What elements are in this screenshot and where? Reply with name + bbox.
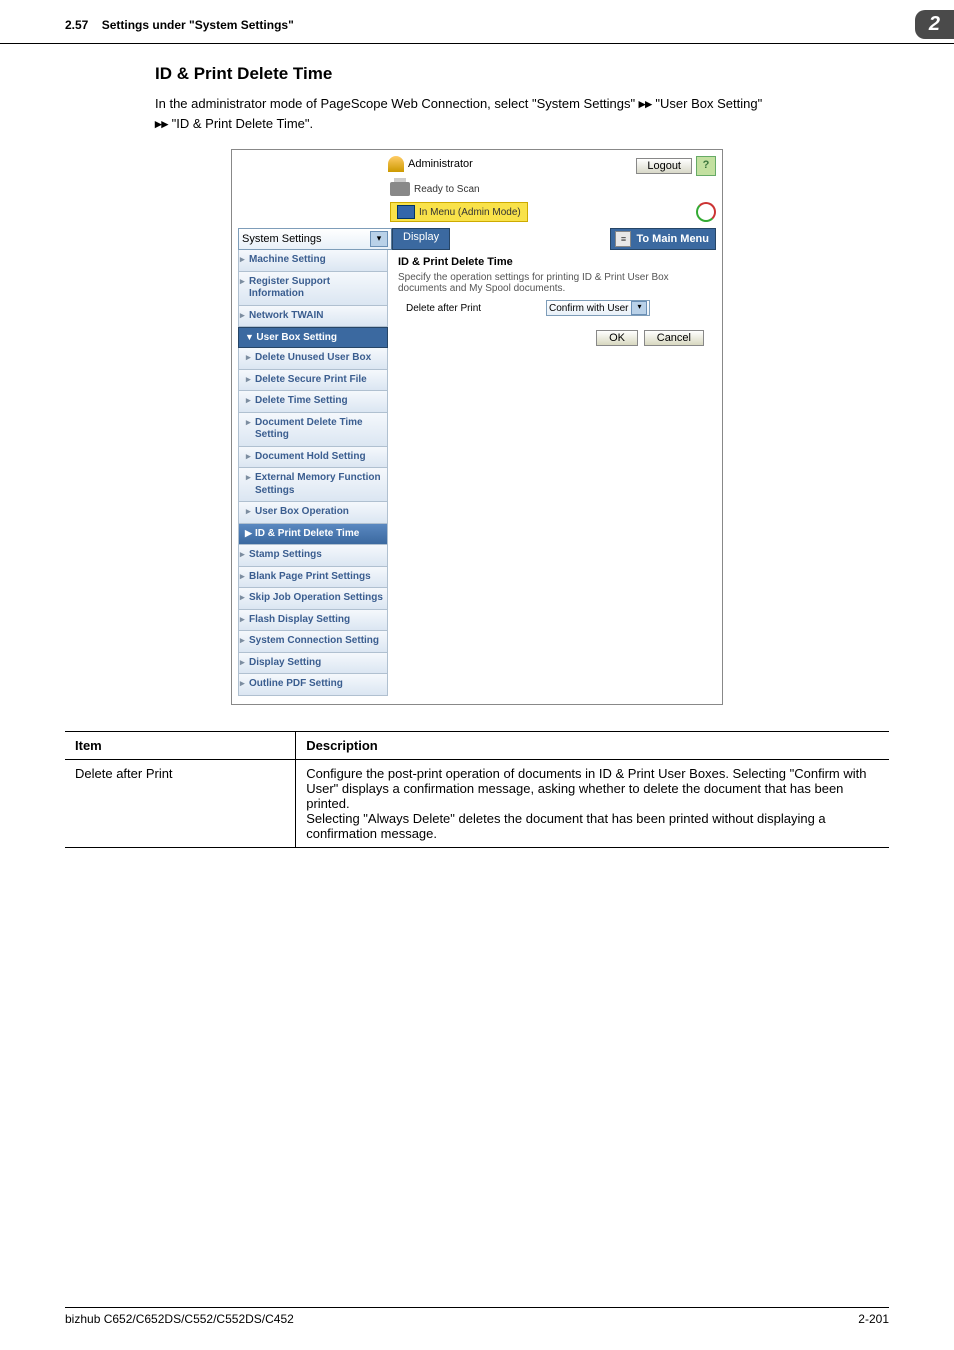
sidebar-item-del-time[interactable]: Delete Time Setting: [238, 391, 388, 413]
chevron-down-icon: ▾: [631, 301, 647, 315]
refresh-icon[interactable]: [696, 202, 716, 222]
sidebar-item-sysconn[interactable]: System Connection Setting: [238, 631, 388, 653]
main-panel: ID & Print Delete Time Specify the opera…: [388, 250, 716, 696]
sidebar-item-flash[interactable]: Flash Display Setting: [238, 610, 388, 632]
sidebar-item-ub-operation[interactable]: User Box Operation: [238, 502, 388, 524]
status-block: Ready to Scan: [390, 182, 716, 196]
cancel-button[interactable]: Cancel: [644, 330, 704, 346]
settings-dropdown[interactable]: System Settings ▾: [238, 228, 392, 250]
chapter-badge: 2: [915, 10, 954, 39]
page-content: ID & Print Delete Time In the administra…: [0, 64, 954, 848]
sidebar-item-id-print-active[interactable]: ID & Print Delete Time: [238, 524, 388, 546]
admin-text: Administrator: [408, 158, 473, 170]
section-title: Settings under "System Settings": [102, 18, 294, 32]
cell-desc: Configure the post-print operation of do…: [296, 759, 889, 847]
help-icon[interactable]: ?: [696, 156, 716, 176]
sidebar-item-skip[interactable]: Skip Job Operation Settings: [238, 588, 388, 610]
topbar: Administrator Logout ?: [232, 150, 722, 178]
col-header-desc: Description: [296, 731, 889, 759]
intro-text-1: In the administrator mode of PageScope W…: [155, 96, 639, 111]
sidebar-item-register[interactable]: Register Support Information: [238, 272, 388, 306]
ready-status: Ready to Scan: [390, 182, 480, 196]
main-menu-text: To Main Menu: [636, 233, 709, 245]
main-menu-button[interactable]: ≡ To Main Menu: [610, 228, 716, 250]
sidebar-item-doc-delete[interactable]: Document Delete Time Setting: [238, 413, 388, 447]
page-footer: bizhub C652/C652DS/C552/C552DS/C452 2-20…: [65, 1307, 889, 1326]
sidebar-item-blank[interactable]: Blank Page Print Settings: [238, 567, 388, 589]
sidebar-item-del-unused[interactable]: Delete Unused User Box: [238, 348, 388, 370]
footer-page: 2-201: [858, 1312, 889, 1326]
sidebar-item-display[interactable]: Display Setting: [238, 653, 388, 675]
table-row: Delete after Print Configure the post-pr…: [65, 759, 889, 847]
description-table: Item Description Delete after Print Conf…: [65, 731, 889, 848]
dropdown-value: System Settings: [242, 233, 321, 245]
page-header: 2.57 Settings under "System Settings" 2: [0, 0, 954, 39]
sidebar: Machine Setting Register Support Informa…: [238, 250, 388, 696]
admin-icon: [388, 156, 404, 172]
logout-button[interactable]: Logout: [636, 158, 692, 174]
administrator-label: Administrator: [388, 156, 473, 172]
printer-icon: [390, 182, 410, 196]
embedded-screenshot: Administrator Logout ? Ready to Scan In …: [231, 149, 723, 705]
sidebar-item-machine[interactable]: Machine Setting: [238, 250, 388, 272]
select-value: Confirm with User: [549, 303, 628, 314]
nav-row: System Settings ▾ Display ≡ To Main Menu: [238, 228, 716, 250]
sidebar-item-twain[interactable]: Network TWAIN: [238, 306, 388, 328]
cell-item: Delete after Print: [65, 759, 296, 847]
header-divider: [0, 43, 954, 44]
main-menu-icon: ≡: [615, 231, 631, 247]
col-header-item: Item: [65, 731, 296, 759]
sidebar-item-outline[interactable]: Outline PDF Setting: [238, 674, 388, 696]
ready-text: Ready to Scan: [414, 184, 480, 195]
menu-mode-strip: In Menu (Admin Mode): [390, 202, 716, 222]
footer-model: bizhub C652/C652DS/C552/C552DS/C452: [65, 1312, 294, 1326]
setting-row: Delete after Print Confirm with User ▾: [406, 300, 716, 316]
monitor-icon: [397, 205, 415, 219]
intro-text-3: "ID & Print Delete Time".: [168, 116, 313, 131]
setting-select[interactable]: Confirm with User ▾: [546, 300, 650, 316]
topbar-right: Logout ?: [636, 156, 716, 176]
display-button[interactable]: Display: [392, 228, 450, 250]
sidebar-item-ext-memory[interactable]: External Memory Function Settings: [238, 468, 388, 502]
sidebar-item-stamp[interactable]: Stamp Settings: [238, 545, 388, 567]
section-number: 2.57: [65, 18, 88, 32]
chevron-down-icon: ▾: [370, 231, 388, 247]
setting-label: Delete after Print: [406, 303, 546, 314]
menu-mode-badge: In Menu (Admin Mode): [390, 202, 528, 222]
sidebar-item-doc-hold[interactable]: Document Hold Setting: [238, 447, 388, 469]
intro-paragraph: In the administrator mode of PageScope W…: [155, 94, 889, 133]
table-header-row: Item Description: [65, 731, 889, 759]
sidebar-item-del-secure[interactable]: Delete Secure Print File: [238, 370, 388, 392]
button-row: OK Cancel: [398, 330, 716, 346]
panel-description: Specify the operation settings for print…: [398, 272, 716, 294]
ok-button[interactable]: OK: [596, 330, 638, 346]
screenshot-body: Machine Setting Register Support Informa…: [238, 250, 716, 696]
arrow-icon: ▸▸: [639, 94, 652, 114]
arrow-icon: ▸▸: [155, 114, 168, 134]
panel-title: ID & Print Delete Time: [398, 256, 716, 268]
header-left: 2.57 Settings under "System Settings": [65, 18, 294, 32]
menu-mode-text: In Menu (Admin Mode): [419, 207, 521, 218]
sidebar-header-userbox[interactable]: User Box Setting: [238, 327, 388, 348]
page-title: ID & Print Delete Time: [155, 64, 889, 84]
intro-text-2: "User Box Setting": [652, 96, 762, 111]
